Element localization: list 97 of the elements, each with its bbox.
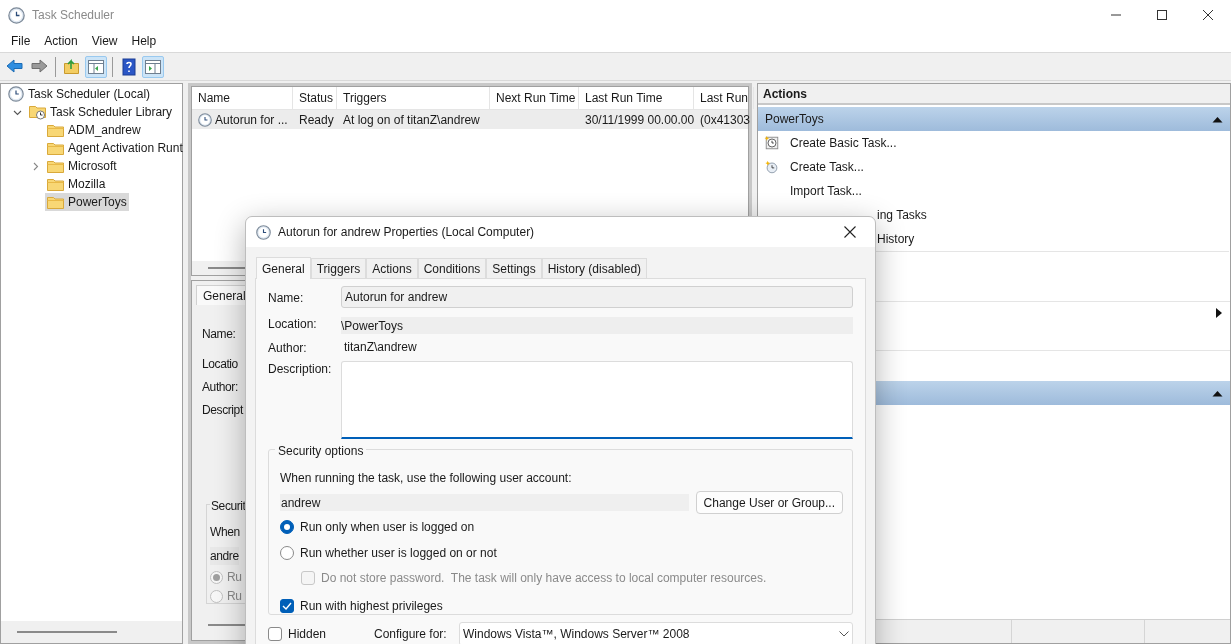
folder-icon — [47, 195, 64, 209]
column-header[interactable]: Status — [293, 87, 337, 109]
description-field[interactable] — [341, 361, 853, 439]
author-text: titanZ\andrew — [343, 338, 418, 355]
field-label: Description: — [268, 361, 333, 378]
account-field: andrew — [280, 494, 689, 511]
tree-item[interactable]: PowerToys — [45, 193, 129, 211]
menu-item[interactable]: Help — [124, 30, 164, 52]
tree-item[interactable]: Agent Activation Runt — [45, 139, 185, 157]
task-command[interactable]: History — [877, 230, 915, 248]
table-cell-text: Autorun for ... — [215, 111, 288, 129]
change-user-button[interactable]: Change User or Group... — [695, 491, 843, 514]
field-label: Author: — [202, 379, 238, 393]
tree-item[interactable]: Task Scheduler Library — [27, 103, 175, 121]
field-label: Name: — [202, 326, 236, 340]
table-cell-text: (0x41303 — [700, 111, 751, 129]
tab[interactable]: History (disabled) — [541, 258, 648, 278]
window-title: Task Scheduler — [32, 7, 115, 24]
tree-item[interactable]: Microsoft — [45, 157, 119, 175]
checkbox-label: Hidden — [288, 626, 328, 643]
clock-icon — [764, 159, 780, 175]
tree-item[interactable]: Task Scheduler (Local) — [6, 85, 153, 103]
close-icon — [1203, 10, 1213, 20]
table-cell-text: Ready — [299, 111, 334, 129]
checkbox-label: Do not store password. The task will only have access to local computer resources. — [321, 570, 767, 587]
field-label: Name: — [268, 290, 305, 307]
radio-button[interactable] — [280, 520, 294, 534]
submenu-arrow-icon — [1216, 308, 1222, 318]
radio-label: Run whether user is logged on or not — [300, 545, 497, 562]
radio-button[interactable] — [210, 589, 223, 603]
name-field[interactable]: Autorun for andrew — [341, 286, 853, 308]
radio-button[interactable] — [280, 546, 294, 560]
account-field: andre — [210, 547, 239, 565]
column-header[interactable]: Last Run — [694, 87, 754, 109]
tab[interactable]: Actions — [366, 258, 418, 278]
check-icon — [282, 602, 292, 610]
folder-up-icon — [63, 57, 81, 76]
configure-dropdown[interactable]: Windows Vista™, Windows Server™ 2008 — [459, 622, 853, 644]
tree-item[interactable]: ADM_andrew — [45, 121, 143, 139]
chevron-down-icon — [839, 631, 849, 637]
toolbar-button[interactable] — [85, 55, 107, 78]
tree-item[interactable]: Mozilla — [45, 175, 108, 193]
field-label: Location: — [268, 316, 318, 333]
prompt-text: When — [210, 524, 240, 541]
checkbox[interactable] — [280, 599, 294, 613]
table-cell-text: At log on of titanZ\andrew — [343, 111, 480, 129]
folder-icon — [47, 159, 64, 173]
back-arrow-icon — [6, 57, 24, 76]
task-command[interactable]: ing Tasks — [877, 206, 927, 224]
field-label: Configure for: — [374, 626, 448, 643]
table-row[interactable]: Autorun for ... Ready At log on of titanZ\andrew 30/11/1999 00.00.00 (0x41303 — [192, 110, 748, 129]
help-icon — [120, 57, 138, 76]
prompt-text: When running the task, use the following user account: — [280, 470, 573, 487]
table-cell-text: 30/11/1999 00.00.00 — [585, 111, 694, 129]
checkbox[interactable] — [268, 627, 282, 641]
task-command[interactable]: Create Task... — [758, 155, 1230, 179]
folder-icon — [47, 177, 64, 191]
radio-button[interactable] — [210, 570, 223, 584]
radio-label: Run only when user is logged on — [300, 519, 475, 536]
forward-arrow-icon — [30, 57, 48, 76]
tab[interactable]: General — [256, 257, 311, 279]
folder-clock-icon — [29, 104, 46, 120]
dialog-title: Autorun for andrew Properties (Local Computer) — [278, 224, 535, 241]
task-clock-icon — [764, 135, 780, 151]
radio-label: Ru — [227, 588, 242, 605]
location-field: \PowerToys — [341, 317, 853, 334]
field-label: Descript — [202, 402, 243, 416]
menu-item[interactable]: File — [4, 30, 38, 52]
tab[interactable]: Triggers — [310, 258, 367, 278]
pane-title: Actions — [758, 84, 1230, 105]
task-command[interactable]: Create Basic Task... — [758, 131, 1230, 155]
folder-icon — [47, 141, 64, 155]
tab[interactable]: Conditions — [417, 258, 487, 278]
checkbox-label: Run with highest privileges — [300, 598, 443, 615]
column-header[interactable]: Last Run Time — [579, 87, 694, 109]
column-header[interactable]: Name — [192, 87, 293, 109]
clock-icon — [198, 112, 212, 127]
toolbar-button[interactable] — [142, 55, 164, 78]
pane-layout-icon — [87, 57, 105, 76]
column-header[interactable]: Triggers — [337, 87, 490, 109]
maximize-icon — [1157, 10, 1167, 20]
tab[interactable]: Settings — [486, 258, 542, 278]
clock-icon — [8, 86, 24, 102]
pane-layout-icon — [144, 57, 162, 76]
field-label: Locatio — [202, 356, 238, 370]
task-command[interactable]: Import Task... — [758, 179, 1230, 203]
field-label: Author: — [268, 340, 308, 357]
clock-icon — [8, 6, 25, 24]
close-icon — [844, 226, 856, 238]
section-header[interactable]: PowerToys — [758, 107, 1230, 131]
radio-label: Ru — [227, 569, 242, 586]
clock-icon — [256, 224, 271, 240]
menu-item[interactable]: View — [84, 30, 125, 52]
menu-item[interactable]: Action — [37, 30, 85, 52]
folder-icon — [47, 123, 64, 137]
scrollbar-thumb[interactable] — [17, 631, 117, 633]
column-header[interactable]: Next Run Time — [490, 87, 579, 109]
